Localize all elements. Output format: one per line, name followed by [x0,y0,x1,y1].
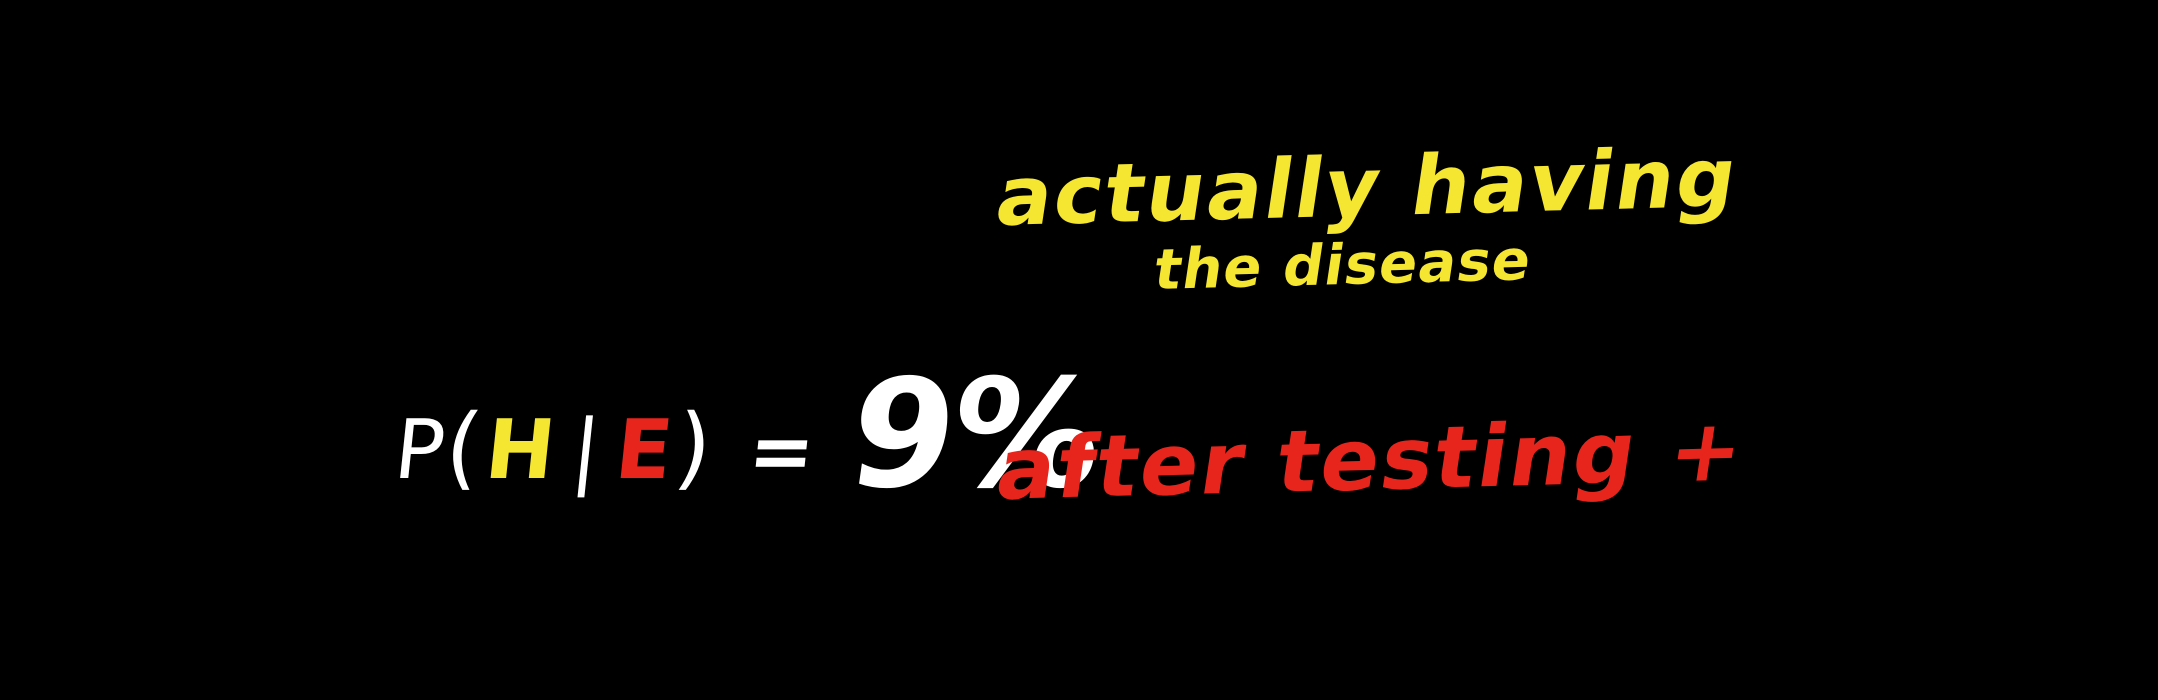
evidence-symbol: E [610,403,677,498]
hypothesis-annotation-line2: the disease [1150,228,1537,303]
evidence-annotation: after testing + [990,400,1752,520]
given-bar: | [567,403,605,498]
hypothesis-symbol: H [480,403,560,498]
close-parenthesis: ) [670,395,717,500]
conditional-probability-formula: P ( H | E ) = 9% [390,340,1110,522]
slide-canvas: P ( H | E ) = 9% actually having the dis… [0,0,2158,700]
equals-sign: = [744,407,820,497]
hypothesis-annotation-line1: actually having [990,130,1745,245]
probability-symbol: P [390,403,450,498]
